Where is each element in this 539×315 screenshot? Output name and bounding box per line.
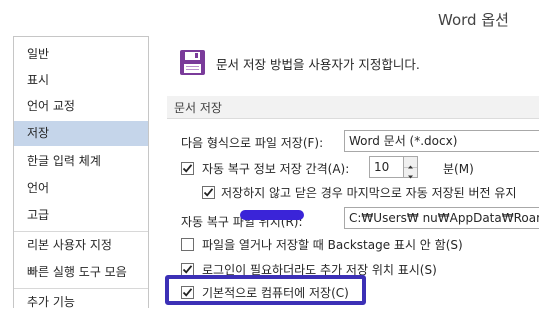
keep-last-version-label: 저장하지 않고 닫은 경우 마지막으로 자동 저장된 버전 유지 bbox=[221, 186, 517, 200]
sidebar-item-quick-access-toolbar[interactable]: 빠른 실행 도구 모음 bbox=[14, 260, 148, 285]
sidebar: 일반 표시 언어 교정 저장 한글 입력 체계 언어 고급 리본 사용자 지정 … bbox=[13, 36, 149, 309]
backstage-checkbox[interactable] bbox=[181, 238, 194, 251]
highlight-annotation bbox=[165, 275, 366, 305]
backstage-label: 파일을 열거나 저장할 때 Backstage 표시 안 함(S) bbox=[202, 238, 463, 252]
sidebar-item-add-ins[interactable]: 추가 기능 bbox=[14, 290, 148, 315]
sidebar-item-customize-ribbon[interactable]: 리본 사용자 지정 bbox=[14, 233, 148, 258]
minutes-spinner[interactable] bbox=[403, 156, 418, 179]
title-bar: Word 옵션 bbox=[0, 0, 539, 36]
save-floppy-icon bbox=[179, 49, 206, 76]
sidebar-item-proofing[interactable]: 언어 교정 bbox=[14, 94, 148, 119]
sidebar-item-display[interactable]: 표시 bbox=[14, 68, 148, 93]
autorecover-label: 자동 복구 정보 저장 간격(A): bbox=[202, 162, 350, 176]
autorecover-checkbox[interactable] bbox=[181, 162, 194, 175]
page-description: 문서 저장 방법을 사용자가 지정합니다. bbox=[216, 57, 420, 72]
sidebar-item-hangul-input[interactable]: 한글 입력 체계 bbox=[14, 149, 148, 174]
minutes-unit-label: 분(M) bbox=[443, 162, 474, 176]
autorecover-minutes-input[interactable]: 10 bbox=[369, 156, 404, 178]
save-format-select[interactable]: Word 문서 (*.docx) bbox=[344, 130, 539, 152]
sidebar-item-save[interactable]: 저장 bbox=[14, 121, 148, 146]
keep-last-version-checkbox[interactable] bbox=[202, 186, 215, 199]
sidebar-item-language[interactable]: 언어 bbox=[14, 176, 148, 201]
autorecover-path-input[interactable]: C:₩Users₩ nu₩AppData₩Roam bbox=[344, 207, 539, 229]
window-title: Word 옵션 bbox=[438, 11, 509, 29]
redaction-mark bbox=[240, 210, 304, 220]
section-title: 문서 저장 bbox=[174, 101, 222, 115]
sidebar-item-advanced[interactable]: 고급 bbox=[14, 203, 148, 228]
format-label: 다음 형식으로 파일 저장(F): bbox=[181, 136, 324, 150]
section-header: 문서 저장 bbox=[167, 96, 539, 119]
sidebar-item-general[interactable]: 일반 bbox=[14, 42, 148, 67]
sidebar-divider bbox=[14, 288, 148, 289]
spin-down-icon[interactable] bbox=[404, 167, 417, 179]
sidebar-divider bbox=[14, 231, 148, 232]
main-panel: 문서 저장 방법을 사용자가 지정합니다. 문서 저장 다음 형식으로 파일 저… bbox=[157, 36, 539, 308]
